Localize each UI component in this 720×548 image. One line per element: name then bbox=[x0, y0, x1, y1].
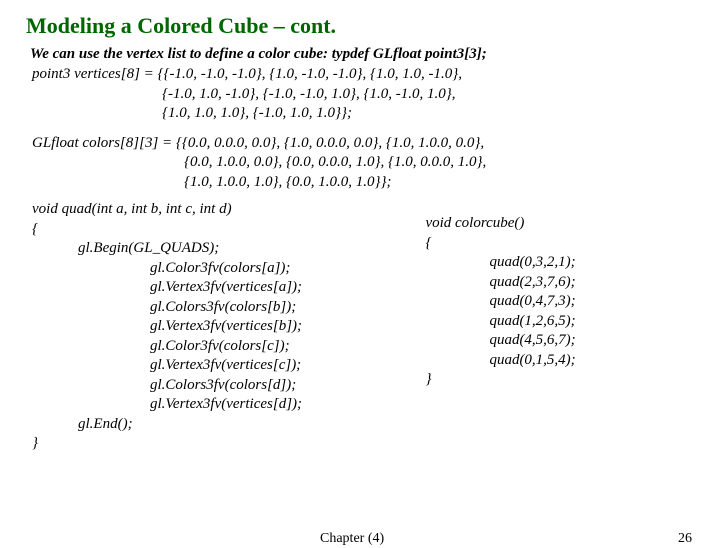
quad-b8: gl.Vertex3fv(vertices[d]); bbox=[150, 395, 419, 415]
colors-l3: {1.0, 1.0.0, 1.0}, {0.0, 1.0.0, 1.0}}; bbox=[184, 173, 694, 193]
cube-c2: quad(2,3,7,6); bbox=[489, 273, 706, 293]
slide-title: Modeling a Colored Cube – cont. bbox=[26, 12, 694, 41]
quad-open: { bbox=[32, 220, 419, 240]
cube-sig: void colorcube() bbox=[425, 214, 706, 234]
quad-b6: gl.Vertex3fv(vertices[c]); bbox=[150, 356, 419, 376]
quad-begin: gl.Begin(GL_QUADS); bbox=[78, 239, 419, 259]
colors-block: GLfloat colors[8][3] = {{0.0, 0.0.0, 0.0… bbox=[32, 134, 694, 193]
chapter-label: Chapter (4) bbox=[320, 530, 384, 548]
quad-end: gl.End(); bbox=[78, 415, 419, 435]
quad-b7: gl.Colors3fv(colors[d]); bbox=[150, 376, 419, 396]
quad-b3: gl.Colors3fv(colors[b]); bbox=[150, 298, 419, 318]
vertices-l2: {-1.0, 1.0, -1.0}, {-1.0, -1.0, 1.0}, {1… bbox=[162, 85, 694, 105]
colorcube-function: void colorcube() { quad(0,3,2,1); quad(2… bbox=[425, 200, 706, 454]
quad-b2: gl.Vertex3fv(vertices[a]); bbox=[150, 278, 419, 298]
quad-b5: gl.Color3fv(colors[c]); bbox=[150, 337, 419, 357]
cube-c6: quad(0,1,5,4); bbox=[489, 351, 706, 371]
vertices-l1: point3 vertices[8] = {{-1.0, -1.0, -1.0}… bbox=[32, 65, 694, 85]
intro-line: We can use the vertex list to define a c… bbox=[30, 45, 694, 65]
cube-c4: quad(1,2,6,5); bbox=[489, 312, 706, 332]
quad-close: } bbox=[32, 434, 419, 454]
cube-c3: quad(0,4,7,3); bbox=[489, 292, 706, 312]
cube-c1: quad(0,3,2,1); bbox=[489, 253, 706, 273]
colors-l1: GLfloat colors[8][3] = {{0.0, 0.0.0, 0.0… bbox=[32, 134, 694, 154]
page-number: 26 bbox=[678, 530, 692, 548]
quad-function: void quad(int a, int b, int c, int d) { … bbox=[32, 200, 419, 454]
cube-open: { bbox=[425, 234, 706, 254]
quad-b4: gl.Vertex3fv(vertices[b]); bbox=[150, 317, 419, 337]
quad-b1: gl.Color3fv(colors[a]); bbox=[150, 259, 419, 279]
colors-l2: {0.0, 1.0.0, 0.0}, {0.0, 0.0.0, 1.0}, {1… bbox=[184, 153, 694, 173]
vertices-l3: {1.0, 1.0, 1.0}, {-1.0, 1.0, 1.0}}; bbox=[162, 104, 694, 124]
cube-close: } bbox=[425, 370, 706, 390]
vertices-block: point3 vertices[8] = {{-1.0, -1.0, -1.0}… bbox=[32, 65, 694, 124]
cube-c5: quad(4,5,6,7); bbox=[489, 331, 706, 351]
quad-sig: void quad(int a, int b, int c, int d) bbox=[32, 200, 419, 220]
